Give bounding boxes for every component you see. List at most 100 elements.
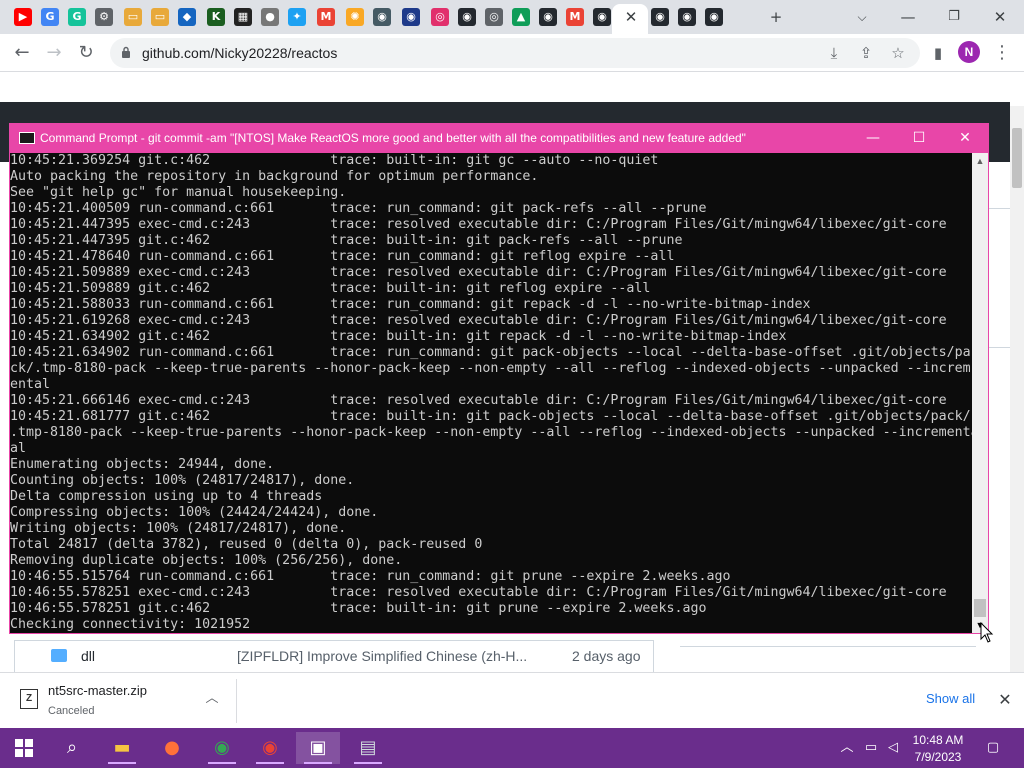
download-file-name[interactable]: nt5src-master.zip — [48, 683, 147, 698]
install-app-icon[interactable]: ⤓ — [822, 41, 846, 65]
qr-tab-icon[interactable]: ▦ — [234, 8, 252, 26]
terminal-line: Enumerating objects: 24944, done. — [10, 457, 275, 472]
gmail-tab-icon-2[interactable]: M — [566, 8, 584, 26]
youtube-tab-icon[interactable]: ▶ — [14, 8, 32, 26]
show-all-button[interactable]: Show all — [926, 691, 975, 706]
file-explorer-icon[interactable]: ▬ — [100, 732, 144, 764]
terminal-line: 10:45:21.369254 git.c:462 trace: built-i… — [10, 153, 659, 168]
terminal-line: 10:46:55.578251 exec-cmd.c:243 trace: re… — [10, 585, 947, 600]
close-shelf-icon[interactable]: ✕ — [994, 689, 1016, 711]
running-indicator — [208, 762, 236, 764]
github-tab-icon-6[interactable]: ◉ — [705, 8, 723, 26]
address-bar[interactable]: github.com/Nicky20228/reactos ⤓ ⇪ ☆ — [110, 38, 920, 68]
terminal-line: 10:45:21.509889 exec-cmd.c:243 trace: re… — [10, 265, 947, 280]
settings-tab-icon[interactable]: ⚙ — [95, 8, 113, 26]
new-tab-button[interactable]: + — [756, 4, 796, 30]
minimize-browser-button[interactable]: — — [888, 4, 928, 30]
github-tab-icon[interactable]: ◉ — [458, 8, 476, 26]
chrome-profile-icon[interactable]: ◉ — [248, 732, 292, 764]
folder-tab-icon-2[interactable]: ▭ — [151, 8, 169, 26]
cmd-app-icon — [19, 132, 35, 144]
running-indicator — [256, 762, 284, 764]
firefox-icon[interactable]: ● — [150, 732, 194, 764]
github-tab-icon-2[interactable]: ◉ — [539, 8, 557, 26]
avatar-tab-icon[interactable]: ◉ — [373, 8, 391, 26]
app-tab-icon[interactable]: ◆ — [178, 8, 196, 26]
github-tab-icon-4[interactable]: ◉ — [651, 8, 669, 26]
file-list-row[interactable]: dll [ZIPFLDR] Improve Simplified Chinese… — [14, 640, 654, 672]
terminal-line: Delta compression using up to 4 threads — [10, 489, 323, 504]
sonic-tab-icon[interactable]: ◉ — [402, 8, 420, 26]
zip-file-icon: Z — [20, 689, 38, 709]
cmd-close-button[interactable]: ✕ — [942, 124, 988, 153]
chrome-icon[interactable]: ◉ — [200, 732, 244, 764]
terminal-line: 10:45:21.447395 git.c:462 trace: built-i… — [10, 233, 683, 248]
bookmark-star-icon[interactable]: ☆ — [886, 41, 910, 65]
github-tab-icon-3[interactable]: ◉ — [593, 8, 611, 26]
terminal-line: Checking connectivity: 1021952 — [10, 617, 251, 632]
grammarly-tab-icon[interactable]: G — [68, 8, 86, 26]
bulb-tab-icon[interactable]: ✺ — [346, 8, 364, 26]
back-button[interactable]: ← — [8, 39, 36, 67]
restore-browser-button[interactable]: ❐ — [934, 4, 974, 30]
search-icon[interactable]: ⌕ — [50, 732, 94, 764]
url-text: github.com/Nicky20228/reactos — [142, 45, 338, 61]
volume-icon[interactable]: ◁ — [884, 738, 902, 758]
page-scrollbar-thumb[interactable] — [1012, 128, 1022, 188]
terminal-line: al — [10, 441, 27, 456]
app-window-icon[interactable]: ▤ — [346, 732, 390, 764]
clock-date[interactable]: 7/9/2023 — [902, 749, 974, 765]
circle-tab-icon[interactable]: ● — [261, 8, 279, 26]
start-button[interactable] — [2, 732, 46, 764]
chrome-tab-icon[interactable]: ◎ — [485, 8, 503, 26]
menu-kebab-icon[interactable]: ⋮ — [988, 39, 1016, 67]
drive-tab-icon[interactable]: ▲ — [512, 8, 530, 26]
cmd-console-area[interactable]: 10:45:21.369254 git.c:462 trace: built-i… — [10, 153, 972, 633]
lock-icon — [122, 46, 130, 58]
twitter-tab-icon[interactable]: ✦ — [288, 8, 306, 26]
terminal-line: ental — [10, 377, 51, 392]
google-tab-icon[interactable]: G — [41, 8, 59, 26]
running-indicator — [304, 762, 332, 764]
github-tab-icon-5[interactable]: ◉ — [678, 8, 696, 26]
instagram-tab-icon[interactable]: ◎ — [431, 8, 449, 26]
gmail-tab-icon[interactable]: M — [317, 8, 335, 26]
forward-button[interactable]: → — [40, 39, 68, 67]
command-prompt-window[interactable]: Command Prompt - git commit -am "[NTOS] … — [9, 123, 989, 634]
reload-button[interactable]: ↻ — [72, 39, 100, 67]
terminal-line: 10:45:21.447395 exec-cmd.c:243 trace: re… — [10, 217, 947, 232]
terminal-line: 10:45:21.666146 exec-cmd.c:243 trace: re… — [10, 393, 947, 408]
tab-search-chevron-icon[interactable]: ⌵ — [842, 4, 882, 30]
active-tab-close-icon[interactable]: ✕ — [611, 4, 651, 30]
sidebar-divider — [680, 646, 976, 647]
terminal-line: 10:45:21.588033 run-command.c:661 trace:… — [10, 297, 811, 312]
km-tab-icon[interactable]: K — [207, 8, 225, 26]
cmd-maximize-button[interactable]: ☐ — [896, 124, 942, 153]
profile-avatar[interactable]: N — [958, 41, 980, 63]
running-indicator — [354, 762, 382, 764]
network-icon[interactable]: ▭ — [862, 738, 880, 758]
cmd-scrollbar[interactable]: ▲ ▼ — [972, 153, 988, 633]
cmd-scrollbar-thumb[interactable] — [974, 599, 986, 617]
share-icon[interactable]: ⇪ — [854, 41, 878, 65]
chevron-up-icon[interactable]: ︿ — [202, 689, 222, 709]
notifications-icon[interactable]: ▢ — [984, 738, 1002, 758]
page-scrollbar[interactable] — [1010, 106, 1024, 672]
folder-tab-icon[interactable]: ▭ — [124, 8, 142, 26]
download-status: Canceled — [48, 705, 95, 717]
command-prompt-taskbar-icon[interactable]: ▣ — [296, 732, 340, 764]
folder-name-link[interactable]: dll — [81, 648, 95, 664]
terminal-line: 10:45:21.400509 run-command.c:661 trace:… — [10, 201, 707, 216]
tray-chevron-up-icon[interactable]: ︿ — [838, 738, 856, 758]
close-browser-button[interactable]: ✕ — [980, 4, 1020, 30]
terminal-line: 10:45:21.634902 git.c:462 trace: built-i… — [10, 329, 787, 344]
side-panel-icon[interactable]: ▮ — [924, 39, 952, 67]
commit-message-link[interactable]: [ZIPFLDR] Improve Simplified Chinese (zh… — [237, 648, 527, 664]
windows-taskbar: ⌕ ▬ ● ◉ ◉ ▣ ▤ ︿ ▭ ◁ 10:48 AM 7/9/2023 ▢ — [0, 728, 1024, 768]
clock-time[interactable]: 10:48 AM — [902, 732, 974, 748]
shelf-divider — [236, 679, 237, 723]
cmd-minimize-button[interactable]: — — [850, 124, 896, 153]
cmd-title-bar[interactable]: Command Prompt - git commit -am "[NTOS] … — [10, 124, 988, 153]
browser-toolbar: ← → ↻ github.com/Nicky20228/reactos ⤓ ⇪ … — [0, 34, 1024, 72]
scroll-up-arrow-icon[interactable]: ▲ — [972, 153, 988, 169]
